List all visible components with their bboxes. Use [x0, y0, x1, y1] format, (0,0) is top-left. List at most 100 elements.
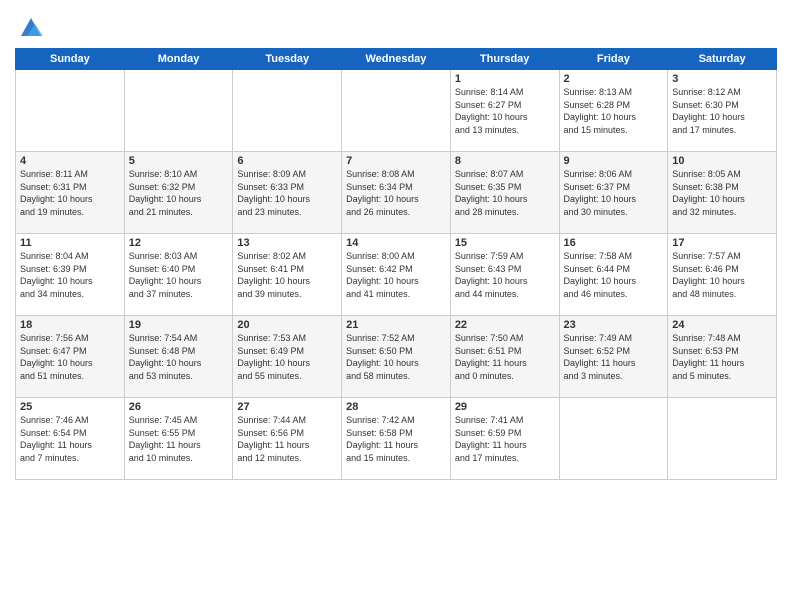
day-number: 20: [237, 319, 337, 331]
week-row-1: 1Sunrise: 8:14 AM Sunset: 6:27 PM Daylig…: [16, 70, 777, 152]
calendar-cell: 5Sunrise: 8:10 AM Sunset: 6:32 PM Daylig…: [124, 152, 233, 234]
calendar-cell: 6Sunrise: 8:09 AM Sunset: 6:33 PM Daylig…: [233, 152, 342, 234]
calendar-cell: 15Sunrise: 7:59 AM Sunset: 6:43 PM Dayli…: [450, 234, 559, 316]
calendar-table: SundayMondayTuesdayWednesdayThursdayFrid…: [15, 48, 777, 480]
day-number: 9: [564, 155, 664, 167]
calendar-cell: 24Sunrise: 7:48 AM Sunset: 6:53 PM Dayli…: [668, 316, 777, 398]
calendar-cell: 1Sunrise: 8:14 AM Sunset: 6:27 PM Daylig…: [450, 70, 559, 152]
weekday-header-friday: Friday: [559, 49, 668, 70]
calendar-body: 1Sunrise: 8:14 AM Sunset: 6:27 PM Daylig…: [16, 70, 777, 480]
day-info: Sunrise: 8:07 AM Sunset: 6:35 PM Dayligh…: [455, 168, 555, 218]
day-number: 8: [455, 155, 555, 167]
calendar-cell: 17Sunrise: 7:57 AM Sunset: 6:46 PM Dayli…: [668, 234, 777, 316]
day-number: 2: [564, 73, 664, 85]
day-number: 5: [129, 155, 229, 167]
day-info: Sunrise: 8:12 AM Sunset: 6:30 PM Dayligh…: [672, 86, 772, 136]
day-info: Sunrise: 7:56 AM Sunset: 6:47 PM Dayligh…: [20, 332, 120, 382]
calendar-cell: 10Sunrise: 8:05 AM Sunset: 6:38 PM Dayli…: [668, 152, 777, 234]
calendar-header: SundayMondayTuesdayWednesdayThursdayFrid…: [16, 49, 777, 70]
week-row-5: 25Sunrise: 7:46 AM Sunset: 6:54 PM Dayli…: [16, 398, 777, 480]
calendar-cell: 14Sunrise: 8:00 AM Sunset: 6:42 PM Dayli…: [342, 234, 451, 316]
day-info: Sunrise: 8:03 AM Sunset: 6:40 PM Dayligh…: [129, 250, 229, 300]
day-info: Sunrise: 7:41 AM Sunset: 6:59 PM Dayligh…: [455, 414, 555, 464]
day-info: Sunrise: 7:45 AM Sunset: 6:55 PM Dayligh…: [129, 414, 229, 464]
day-info: Sunrise: 7:44 AM Sunset: 6:56 PM Dayligh…: [237, 414, 337, 464]
day-info: Sunrise: 7:46 AM Sunset: 6:54 PM Dayligh…: [20, 414, 120, 464]
day-number: 26: [129, 401, 229, 413]
day-info: Sunrise: 8:05 AM Sunset: 6:38 PM Dayligh…: [672, 168, 772, 218]
day-number: 14: [346, 237, 446, 249]
calendar-cell: 13Sunrise: 8:02 AM Sunset: 6:41 PM Dayli…: [233, 234, 342, 316]
day-number: 29: [455, 401, 555, 413]
day-number: 27: [237, 401, 337, 413]
day-number: 10: [672, 155, 772, 167]
calendar-cell: 29Sunrise: 7:41 AM Sunset: 6:59 PM Dayli…: [450, 398, 559, 480]
day-info: Sunrise: 8:02 AM Sunset: 6:41 PM Dayligh…: [237, 250, 337, 300]
weekday-header-tuesday: Tuesday: [233, 49, 342, 70]
day-info: Sunrise: 7:42 AM Sunset: 6:58 PM Dayligh…: [346, 414, 446, 464]
calendar-cell: 21Sunrise: 7:52 AM Sunset: 6:50 PM Dayli…: [342, 316, 451, 398]
day-number: 6: [237, 155, 337, 167]
logo: [15, 14, 45, 42]
day-number: 24: [672, 319, 772, 331]
calendar-cell: [668, 398, 777, 480]
day-info: Sunrise: 8:11 AM Sunset: 6:31 PM Dayligh…: [20, 168, 120, 218]
calendar-cell: 9Sunrise: 8:06 AM Sunset: 6:37 PM Daylig…: [559, 152, 668, 234]
calendar-cell: 8Sunrise: 8:07 AM Sunset: 6:35 PM Daylig…: [450, 152, 559, 234]
day-info: Sunrise: 8:00 AM Sunset: 6:42 PM Dayligh…: [346, 250, 446, 300]
day-info: Sunrise: 8:09 AM Sunset: 6:33 PM Dayligh…: [237, 168, 337, 218]
day-number: 1: [455, 73, 555, 85]
calendar-cell: 11Sunrise: 8:04 AM Sunset: 6:39 PM Dayli…: [16, 234, 125, 316]
day-info: Sunrise: 7:57 AM Sunset: 6:46 PM Dayligh…: [672, 250, 772, 300]
calendar-cell: 26Sunrise: 7:45 AM Sunset: 6:55 PM Dayli…: [124, 398, 233, 480]
page-container: SundayMondayTuesdayWednesdayThursdayFrid…: [0, 0, 792, 485]
day-number: 7: [346, 155, 446, 167]
day-number: 11: [20, 237, 120, 249]
calendar-cell: [342, 70, 451, 152]
calendar-cell: [559, 398, 668, 480]
calendar-cell: 27Sunrise: 7:44 AM Sunset: 6:56 PM Dayli…: [233, 398, 342, 480]
calendar-cell: 16Sunrise: 7:58 AM Sunset: 6:44 PM Dayli…: [559, 234, 668, 316]
calendar-cell: 4Sunrise: 8:11 AM Sunset: 6:31 PM Daylig…: [16, 152, 125, 234]
calendar-cell: 12Sunrise: 8:03 AM Sunset: 6:40 PM Dayli…: [124, 234, 233, 316]
day-number: 13: [237, 237, 337, 249]
day-info: Sunrise: 7:59 AM Sunset: 6:43 PM Dayligh…: [455, 250, 555, 300]
day-number: 23: [564, 319, 664, 331]
day-number: 4: [20, 155, 120, 167]
day-number: 3: [672, 73, 772, 85]
day-number: 18: [20, 319, 120, 331]
day-info: Sunrise: 7:54 AM Sunset: 6:48 PM Dayligh…: [129, 332, 229, 382]
header-row: SundayMondayTuesdayWednesdayThursdayFrid…: [16, 49, 777, 70]
day-info: Sunrise: 8:14 AM Sunset: 6:27 PM Dayligh…: [455, 86, 555, 136]
weekday-header-sunday: Sunday: [16, 49, 125, 70]
day-info: Sunrise: 8:06 AM Sunset: 6:37 PM Dayligh…: [564, 168, 664, 218]
day-number: 28: [346, 401, 446, 413]
day-info: Sunrise: 8:10 AM Sunset: 6:32 PM Dayligh…: [129, 168, 229, 218]
weekday-header-monday: Monday: [124, 49, 233, 70]
logo-icon: [17, 14, 45, 42]
day-number: 21: [346, 319, 446, 331]
weekday-header-wednesday: Wednesday: [342, 49, 451, 70]
calendar-cell: 19Sunrise: 7:54 AM Sunset: 6:48 PM Dayli…: [124, 316, 233, 398]
weekday-header-thursday: Thursday: [450, 49, 559, 70]
calendar-cell: [124, 70, 233, 152]
day-info: Sunrise: 7:52 AM Sunset: 6:50 PM Dayligh…: [346, 332, 446, 382]
day-number: 15: [455, 237, 555, 249]
header: [15, 10, 777, 42]
calendar-cell: 7Sunrise: 8:08 AM Sunset: 6:34 PM Daylig…: [342, 152, 451, 234]
calendar-cell: 18Sunrise: 7:56 AM Sunset: 6:47 PM Dayli…: [16, 316, 125, 398]
day-info: Sunrise: 7:53 AM Sunset: 6:49 PM Dayligh…: [237, 332, 337, 382]
calendar-cell: 22Sunrise: 7:50 AM Sunset: 6:51 PM Dayli…: [450, 316, 559, 398]
day-number: 22: [455, 319, 555, 331]
calendar-cell: 23Sunrise: 7:49 AM Sunset: 6:52 PM Dayli…: [559, 316, 668, 398]
day-info: Sunrise: 7:49 AM Sunset: 6:52 PM Dayligh…: [564, 332, 664, 382]
day-number: 25: [20, 401, 120, 413]
day-info: Sunrise: 7:48 AM Sunset: 6:53 PM Dayligh…: [672, 332, 772, 382]
calendar-cell: 25Sunrise: 7:46 AM Sunset: 6:54 PM Dayli…: [16, 398, 125, 480]
calendar-cell: 28Sunrise: 7:42 AM Sunset: 6:58 PM Dayli…: [342, 398, 451, 480]
day-number: 16: [564, 237, 664, 249]
calendar-cell: [16, 70, 125, 152]
day-number: 12: [129, 237, 229, 249]
calendar-cell: [233, 70, 342, 152]
day-number: 19: [129, 319, 229, 331]
